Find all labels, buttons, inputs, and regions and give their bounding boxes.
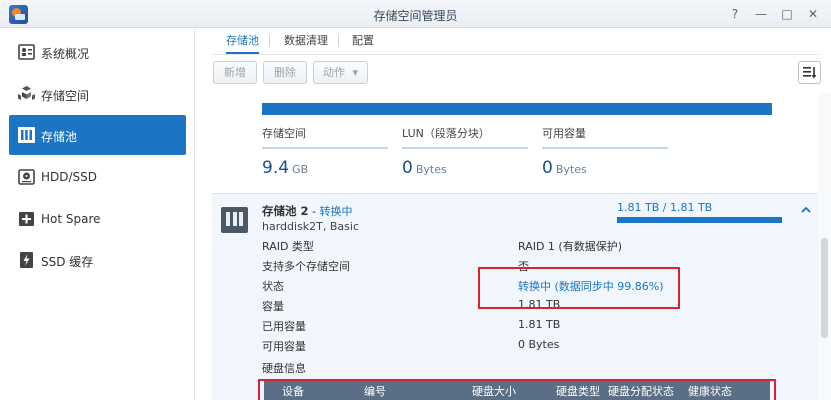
title-bar: 存储空间管理员 ? — □ ✕ <box>0 0 831 28</box>
sort-list-button[interactable] <box>798 61 821 84</box>
tab-settings[interactable]: 配置 <box>352 32 374 54</box>
stat-volume: 存储空间 9.4 GB <box>262 125 388 178</box>
ssd-cache-icon <box>20 252 33 268</box>
detail-value: 1.81 TB <box>518 318 561 331</box>
sidebar-item-label: HDD/SSD <box>41 170 98 184</box>
collapse-icon[interactable] <box>800 204 812 216</box>
annotation-box-status <box>478 267 680 309</box>
stat-available: 可用容量 0 Bytes <box>542 125 668 178</box>
sidebar-item-label: 存储池 <box>41 130 78 144</box>
sort-list-icon <box>803 67 817 79</box>
pool-name: 存储池 2 <box>262 204 309 218</box>
action-dropdown-button[interactable]: 动作 ▾ <box>313 61 368 84</box>
stat-unit: GB <box>292 163 309 176</box>
detail-label: 容量 <box>262 300 284 313</box>
sidebar-item-volume[interactable]: 存储空间 <box>9 74 186 114</box>
help-icon[interactable]: ? <box>727 6 743 22</box>
stat-number: 0 <box>402 158 413 178</box>
close-icon[interactable]: ✕ <box>805 6 821 22</box>
stat-value: 0 Bytes <box>402 158 528 178</box>
sidebar-item-label: 存储空间 <box>41 89 90 103</box>
window-title: 存储空间管理员 <box>373 9 458 23</box>
vertical-scrollbar[interactable] <box>818 93 831 400</box>
tab-bar: 存储池 数据清理 配置 <box>212 29 819 55</box>
sidebar-item-overview[interactable]: 系统概况 <box>9 32 186 72</box>
detail-label: 可用容量 <box>262 340 306 353</box>
stat-unit: Bytes <box>555 163 587 176</box>
stat-lun: LUN（段落分块） 0 Bytes <box>402 125 528 178</box>
delete-button[interactable]: 删除 <box>263 61 307 84</box>
sidebar-item-label: 系统概况 <box>41 47 90 61</box>
sidebar-item-hdd-ssd[interactable]: HDD/SSD <box>9 157 186 197</box>
tab-divider <box>338 35 339 47</box>
sidebar-item-ssd-cache[interactable]: SSD 缓存 <box>9 240 186 280</box>
hot-spare-icon <box>19 212 34 226</box>
chevron-down-icon: ▾ <box>352 66 359 79</box>
pool-capacity-bar <box>617 217 782 223</box>
pool-title-separator: - <box>308 205 320 218</box>
minimize-icon[interactable]: — <box>753 6 769 22</box>
pool-title: 存储池 2 - 转换中 <box>262 203 352 219</box>
stat-divider <box>542 147 668 149</box>
detail-label: RAID 类型 <box>262 240 314 253</box>
detail-value: RAID 1 (有数据保护) <box>518 240 623 253</box>
annotation-box-disk-table <box>258 379 776 400</box>
disk-info-title: 硬盘信息 <box>262 362 306 375</box>
detail-value: 0 Bytes <box>518 338 560 351</box>
scrollbar-thumb[interactable] <box>821 238 828 338</box>
stat-divider <box>262 147 388 149</box>
pool-capacity-text: 1.81 TB / 1.81 TB <box>617 201 713 214</box>
volume-icon <box>18 86 35 100</box>
stat-label: 存储空间 <box>262 127 306 140</box>
maximize-icon[interactable]: □ <box>779 6 795 22</box>
pool-status-link[interactable]: 转换中 <box>319 205 352 218</box>
storage-pool-icon <box>18 127 35 143</box>
storage-pool-list: 存储空间 9.4 GB LUN（段落分块） 0 Bytes 可用容量 0 Bytes … <box>212 93 831 400</box>
tab-divider <box>269 35 270 47</box>
sidebar-item-storage-pool[interactable]: 存储池 <box>9 115 186 155</box>
stat-value: 0 Bytes <box>542 158 668 178</box>
pool-card: 存储空间 9.4 GB LUN（段落分块） 0 Bytes 可用容量 0 Bytes <box>212 93 831 193</box>
add-button[interactable]: 新增 <box>213 61 257 84</box>
tab-data-scrubbing[interactable]: 数据清理 <box>284 32 328 54</box>
capacity-bar <box>262 103 772 115</box>
stat-number: 9.4 <box>262 158 290 178</box>
stat-label: LUN（段落分块） <box>402 127 490 140</box>
stat-number: 0 <box>542 158 553 178</box>
sidebar-item-hot-spare[interactable]: Hot Spare <box>9 199 186 239</box>
sidebar-item-label: Hot Spare <box>41 212 101 226</box>
stat-divider <box>402 147 528 149</box>
detail-label: 已用容量 <box>262 320 306 333</box>
hdd-icon <box>18 169 35 185</box>
overview-icon <box>18 44 35 60</box>
main-content: 存储池 数据清理 配置 新增 删除 动作 ▾ 存储空间 9.4 GB LUN（段落… <box>196 29 831 400</box>
sidebar: 系统概况 存储空间 存储池 HDD/SSD Hot Spare SSD 缓存 <box>0 29 195 400</box>
sidebar-item-label: SSD 缓存 <box>41 255 94 269</box>
stat-label: 可用容量 <box>542 127 586 140</box>
stat-value: 9.4 GB <box>262 158 388 178</box>
stat-unit: Bytes <box>415 163 447 176</box>
pool-subtitle: harddisk2T, Basic <box>262 220 359 233</box>
storage-pool-icon <box>221 207 248 233</box>
action-label: 动作 <box>322 66 345 79</box>
tab-storage-pool[interactable]: 存储池 <box>226 32 259 54</box>
detail-label: 状态 <box>262 280 284 293</box>
detail-label: 支持多个存储空间 <box>262 260 350 273</box>
